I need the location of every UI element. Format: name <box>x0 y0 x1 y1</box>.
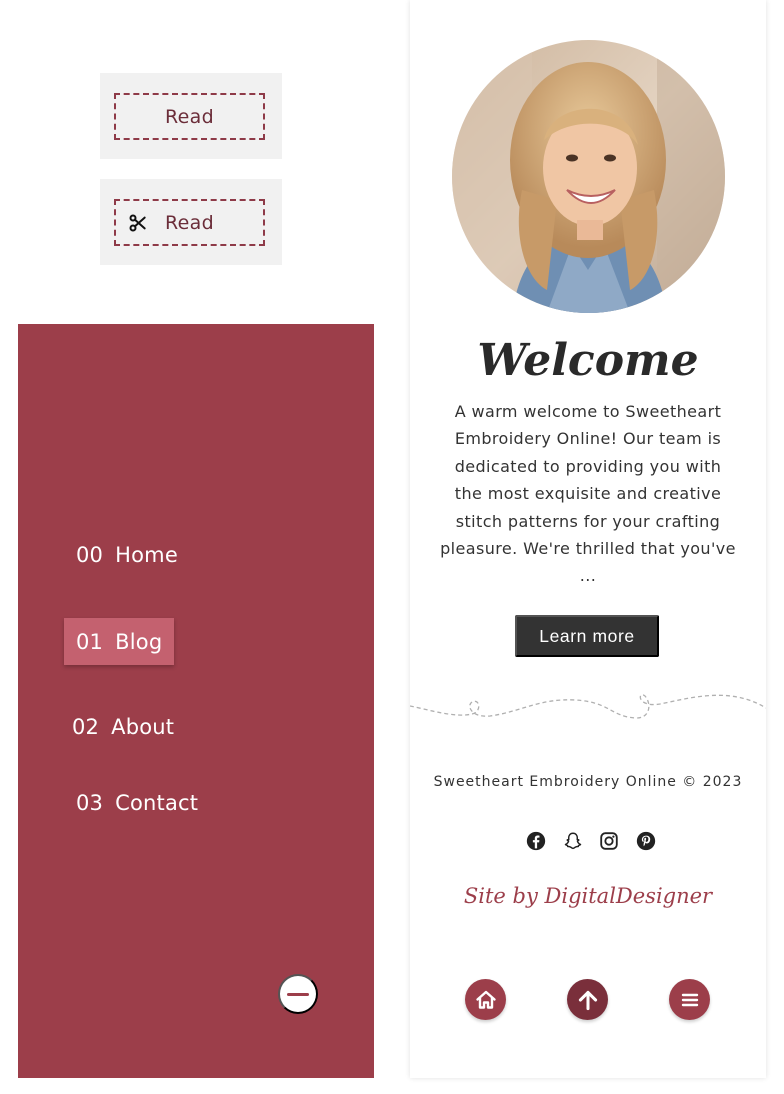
menu-item-about[interactable]: 02 About <box>72 712 174 742</box>
bottom-nav-home-button[interactable] <box>465 979 506 1020</box>
read-card-plain: Read <box>100 73 282 159</box>
menu-item-contact[interactable]: 03 Contact <box>76 788 198 818</box>
social-links <box>525 830 657 854</box>
menu-item-label: Contact <box>115 791 199 815</box>
menu-item-label: Home <box>115 543 178 567</box>
facebook-link[interactable] <box>525 830 547 854</box>
read-card-with-icon: Read <box>100 179 282 265</box>
hamburger-menu-icon <box>681 993 698 1006</box>
snapchat-link[interactable] <box>562 830 584 854</box>
menu-item-label: Blog <box>115 629 163 654</box>
welcome-title: Welcome <box>477 335 699 386</box>
menu-item-label: About <box>111 715 175 739</box>
minus-icon <box>287 992 309 996</box>
learn-more-button[interactable]: Learn more <box>515 615 659 657</box>
copyright-text: Sweetheart Embroidery Online © 2023 <box>433 774 743 790</box>
scissors-icon <box>129 214 146 231</box>
scroll-to-top-button[interactable] <box>567 979 608 1020</box>
read-button-with-icon[interactable]: Read <box>114 199 265 246</box>
stitched-thread-divider <box>410 694 766 719</box>
menu-item-number: 03 <box>76 791 104 815</box>
intro-text: A warm welcome to Sweetheart Embroidery … <box>440 402 736 586</box>
menu-item-number: 01 <box>76 629 104 654</box>
mobile-page: Welcome A warm welcome to Sweetheart Emb… <box>410 0 766 1078</box>
instagram-icon <box>600 832 619 850</box>
facebook-icon <box>526 831 546 851</box>
read-button-label: Read <box>165 211 214 234</box>
read-button-label: Read <box>165 105 214 128</box>
menu-item-blog[interactable]: 01 Blog <box>64 618 175 665</box>
close-menu-button[interactable] <box>278 974 318 1014</box>
menu-item-number: 00 <box>76 543 104 567</box>
instagram-link[interactable] <box>598 830 620 854</box>
snapchat-icon <box>564 832 581 850</box>
bottom-nav-menu-button[interactable] <box>669 979 710 1020</box>
home-icon <box>475 990 496 1009</box>
menu-item-home[interactable]: 00 Home <box>76 540 178 570</box>
read-button[interactable]: Read <box>114 93 265 140</box>
site-credit: Site by DigitalDesigner <box>463 884 713 908</box>
menu-panel: 00 Home 01 Blog 02 About 03 Contact <box>18 324 374 1078</box>
profile-photo <box>452 40 725 313</box>
pinterest-link[interactable] <box>635 830 657 854</box>
menu-item-number: 02 <box>72 715 100 739</box>
pinterest-icon <box>636 831 656 851</box>
arrow-up-icon <box>578 990 597 1010</box>
